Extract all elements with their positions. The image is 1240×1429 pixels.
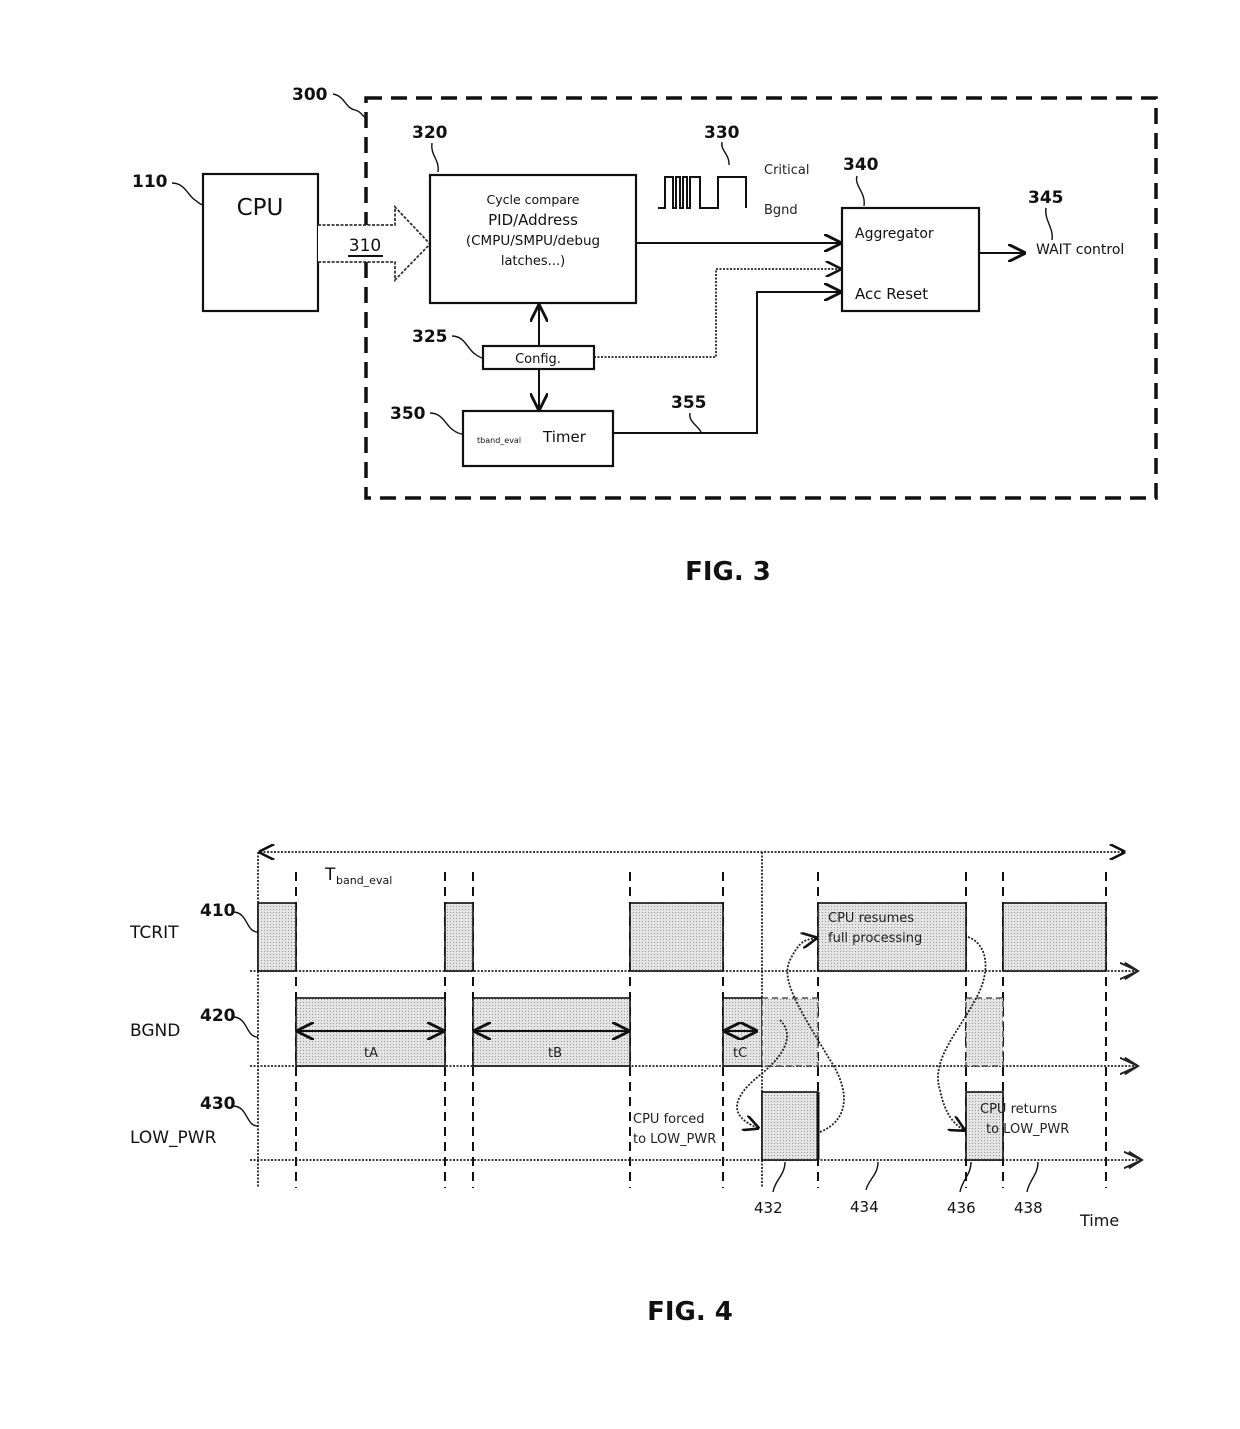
signal-label-low-pwr: LOW_PWR — [130, 1128, 217, 1148]
leader-355 — [689, 412, 702, 433]
leader-432 — [772, 1161, 786, 1193]
signal-label-bgnd: BGND — [130, 1021, 180, 1041]
tcrit-pulse — [257, 902, 297, 972]
tcrit-pulse — [444, 902, 474, 972]
patent-figure-sheet: 300 CPU 110 310 Cycle compare PID/Addres… — [129, 85, 1158, 1327]
figure-4: T band_eval TCRIT 410 CPU resumes full p… — [129, 852, 1142, 1327]
ref-325: 325 — [412, 327, 448, 347]
annotation-forced-line2: to LOW_PWR — [633, 1132, 716, 1147]
low-pwr-pulse-432 — [761, 1091, 819, 1161]
ref-438: 438 — [1014, 1199, 1043, 1217]
figure-3: 300 CPU 110 310 Cycle compare PID/Addres… — [132, 85, 1158, 587]
waveform-critical-label: Critical — [764, 163, 809, 178]
annotation-returns-line2: to LOW_PWR — [986, 1122, 1069, 1137]
ref-300: 300 — [292, 85, 328, 105]
leader-325 — [451, 335, 484, 359]
ref-430: 430 — [200, 1094, 236, 1114]
timer-subscript: tband_eval — [477, 436, 521, 445]
leader-434 — [865, 1161, 879, 1191]
wait-control-label: WAIT control — [1036, 242, 1124, 258]
leader-420 — [232, 1016, 259, 1038]
signal-label-tcrit: TCRIT — [129, 923, 179, 943]
leader-350 — [429, 412, 464, 435]
cpu-label: CPU — [237, 195, 284, 221]
period-subscript: band_eval — [336, 874, 392, 887]
waveform-330 — [658, 176, 747, 209]
ref-432: 432 — [754, 1199, 783, 1217]
ref-340: 340 — [843, 155, 879, 175]
compare-line-2: PID/Address — [488, 211, 578, 229]
duration-label-tb: tB — [548, 1046, 562, 1061]
ref-355: 355 — [671, 393, 707, 413]
leader-300 — [332, 93, 367, 119]
leader-320 — [431, 142, 439, 173]
time-axis-label: Time — [1079, 1211, 1119, 1230]
compare-line-4: latches...) — [501, 254, 565, 269]
bgnd-pulse-c-suspended — [761, 997, 819, 1067]
compare-line-3: (CMPU/SMPU/debug — [466, 233, 600, 249]
annotation-forced-line1: CPU forced — [633, 1112, 705, 1127]
timer-label: Timer — [542, 428, 587, 446]
leader-345 — [1045, 207, 1053, 241]
leader-410 — [232, 911, 259, 933]
ref-436: 436 — [947, 1199, 976, 1217]
leader-438 — [1026, 1161, 1039, 1193]
ref-310: 310 — [349, 236, 381, 256]
ref-345: 345 — [1028, 188, 1064, 208]
ref-330: 330 — [704, 123, 740, 143]
fig3-caption: FIG. 3 — [685, 557, 771, 587]
leader-330 — [721, 141, 730, 166]
timer-to-acc-reset-line-355 — [613, 292, 840, 434]
ref-350: 350 — [390, 404, 426, 424]
annotation-returns-line1: CPU returns — [980, 1102, 1057, 1117]
fig4-caption: FIG. 4 — [647, 1297, 733, 1327]
duration-label-tc: tC — [733, 1046, 747, 1061]
bottom-reference-leaders — [772, 1161, 1039, 1193]
ref-420: 420 — [200, 1006, 236, 1026]
ref-410: 410 — [200, 901, 236, 921]
tcrit-pulse — [1002, 902, 1107, 972]
duration-label-ta: tA — [364, 1046, 378, 1061]
annotation-resume-line2: full processing — [828, 931, 922, 946]
waveform-bgnd-label: Bgnd — [764, 203, 798, 218]
acc-reset-label: Acc Reset — [855, 285, 928, 303]
tcrit-pulse — [629, 902, 724, 972]
ref-320: 320 — [412, 123, 448, 143]
config-label: Config. — [515, 352, 561, 367]
ref-110: 110 — [132, 172, 168, 192]
leader-430 — [232, 1105, 259, 1127]
aggregator-label: Aggregator — [855, 226, 934, 242]
leader-110 — [171, 182, 204, 206]
ref-434: 434 — [850, 1198, 879, 1216]
leader-340 — [855, 175, 865, 207]
compare-line-1: Cycle compare — [487, 192, 580, 207]
annotation-resume-line1: CPU resumes — [828, 911, 914, 926]
period-label: T — [324, 865, 336, 885]
